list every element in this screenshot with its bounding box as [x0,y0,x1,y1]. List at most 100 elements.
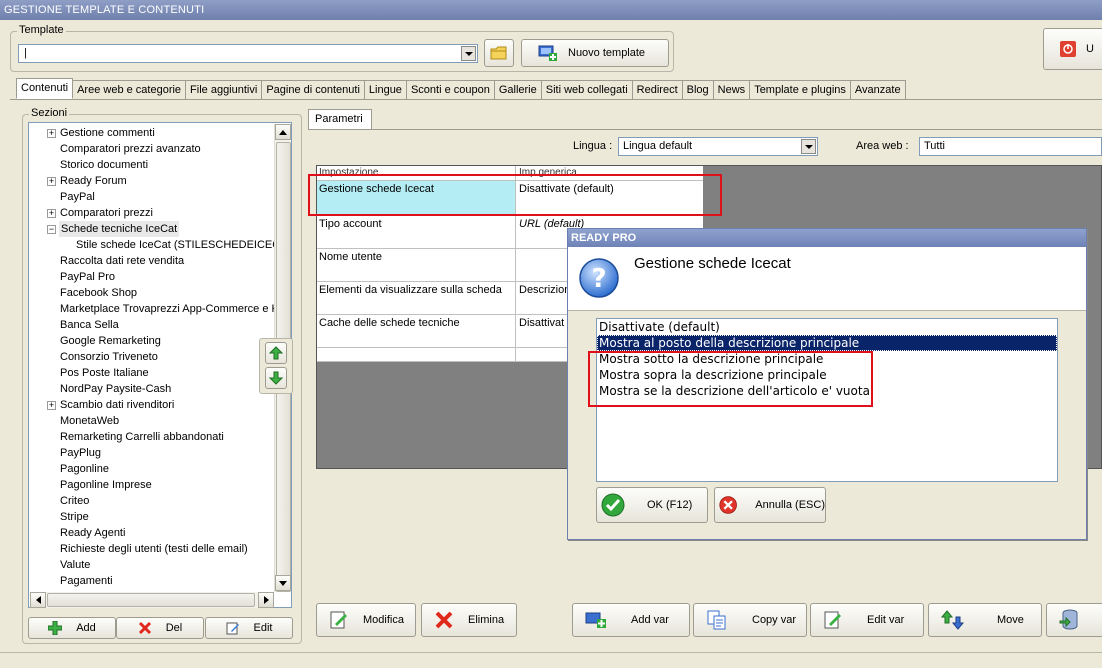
expand-icon[interactable]: + [47,209,56,218]
tree-horizontal-scrollbar[interactable] [30,592,274,608]
new-template-icon [538,45,557,61]
list-item-selected[interactable]: Mostra al posto della descrizione princi… [597,335,1057,351]
edit-var-button[interactable]: Edit var [810,603,924,637]
scroll-up-button[interactable] [275,124,291,140]
new-template-button[interactable]: Nuovo template [521,39,669,67]
scroll-left-button[interactable] [30,592,46,608]
tree-item[interactable]: Consorzio Triveneto [60,349,158,365]
tree-item[interactable]: Google Remarketing [60,333,161,349]
list-item[interactable]: Mostra se la descrizione dell'articolo e… [597,383,1057,399]
list-item[interactable]: Mostra sotto la descrizione principale [597,351,1057,367]
scroll-down-button[interactable] [275,575,291,591]
tab-sconti-coupon[interactable]: Sconti e coupon [405,80,495,99]
tree-item[interactable]: Pagonline [60,461,109,477]
tree-item[interactable]: Marketplace Trovaprezzi App-Commerce e K… [60,301,281,317]
template-select[interactable]: | [18,44,478,63]
ok-button[interactable]: OK (F12) [596,487,708,523]
tab-lingue[interactable]: Lingue [363,80,407,99]
open-folder-button[interactable] [484,39,514,67]
edit-section-button[interactable]: Edit [205,617,293,639]
window-title: GESTIONE TEMPLATE E CONTENUTI [0,0,1102,20]
tree-item[interactable]: PayPal [60,189,95,205]
status-bar [0,652,1102,668]
list-item[interactable]: Mostra sopra la descrizione principale [597,367,1057,383]
tab-file-aggiuntivi[interactable]: File aggiuntivi [185,80,263,99]
tab-blog[interactable]: Blog [681,80,714,99]
tab-avanzate[interactable]: Avanzate [849,80,906,99]
tree-item[interactable]: Pagonline Imprese [60,477,152,493]
list-item[interactable]: Disattivate (default) [597,319,1057,335]
edit-icon [226,622,239,635]
tree-item[interactable]: Storico documenti [60,157,148,173]
cancel-icon [719,496,737,514]
move-up-button[interactable] [265,342,287,364]
add-section-button[interactable]: Add [28,617,116,639]
tree-item[interactable]: MonetaWeb [60,413,119,429]
tree-item-selected[interactable]: − Schede tecniche IceCat [29,221,274,237]
modifica-button[interactable]: Modifica [316,603,416,637]
tab-pagine-contenuti[interactable]: Pagine di contenuti [261,80,365,99]
move-icon [941,610,965,630]
tree-item[interactable]: Banca Sella [60,317,119,333]
tree-item[interactable]: + Ready Forum [29,173,274,189]
tree-item[interactable]: Ready Agenti [60,525,125,541]
tab-redirect[interactable]: Redirect [631,80,683,99]
grid-row[interactable]: Gestione schede Icecat Disattivate (defa… [317,181,703,216]
scroll-right-button[interactable] [258,592,274,608]
delete-section-button[interactable]: Del [116,617,204,639]
selection-dialog: READY PRO ? Gestione schede Icecat Disat… [567,228,1087,540]
tree-item[interactable]: + Scambio dati rivenditori [29,397,274,413]
lingua-select[interactable]: Lingua default [618,137,818,156]
cancel-button[interactable]: Annulla (ESC) [714,487,826,523]
sections-tree[interactable]: + Gestione commenti Comparatori prezzi a… [28,122,292,608]
tree-item[interactable]: Criteo [60,493,89,509]
chevron-down-icon[interactable] [801,139,816,154]
copy-var-button[interactable]: Copy var [693,603,807,637]
tree-item[interactable]: Facebook Shop [60,285,137,301]
tree-item[interactable]: NordPay Paysite-Cash [60,381,171,397]
tree-item[interactable]: Raccolta dati rete vendita [60,253,184,269]
lingua-label: Lingua : [573,140,613,152]
expand-icon[interactable]: + [47,401,56,410]
elimina-button[interactable]: Elimina [421,603,517,637]
tree-item[interactable]: Comparatori prezzi avanzato [60,141,201,157]
dialog-header: ? Gestione schede Icecat [568,247,1086,311]
expand-icon[interactable]: + [47,129,56,138]
tab-template-plugins[interactable]: Template e plugins [749,80,851,99]
add-var-button[interactable]: Add var [572,603,690,637]
tree-item[interactable]: Pagamenti [60,573,113,589]
options-list[interactable]: Disattivate (default) Mostra al posto de… [596,318,1058,482]
tree-item[interactable]: Pos Poste Italiane [60,365,149,381]
tab-aree-web[interactable]: Aree web e categorie [72,80,187,99]
tree-item[interactable]: PayPlug [60,445,101,461]
tab-siti-collegati[interactable]: Siti web collegati [540,80,633,99]
chevron-down-icon[interactable] [461,46,476,61]
move-down-button[interactable] [265,367,287,389]
expand-icon[interactable]: + [47,177,56,186]
sezioni-label: Sezioni [29,107,70,119]
database-icon [1059,609,1078,630]
tree-item[interactable]: PayPal Pro [60,269,115,285]
power-icon [1060,41,1076,57]
scroll-thumb[interactable] [47,593,255,607]
arrow-up-icon [269,346,283,360]
tab-parametri[interactable]: Parametri [308,109,372,129]
tree-item[interactable]: Richieste degli utenti (testi delle emai… [60,541,248,557]
tab-gallerie[interactable]: Gallerie [493,80,542,99]
area-web-select[interactable]: Tutti [919,137,1102,156]
tree-item[interactable]: + Comparatori prezzi [29,205,274,221]
new-template-label: Nuovo template [568,47,646,59]
collapse-icon[interactable]: − [47,225,56,234]
tab-news[interactable]: News [712,80,751,99]
tree-item[interactable]: Stile schede IceCat (STILESCHEDEICECAT [76,237,291,253]
tree-item[interactable]: Remarketing Carrelli abbandonati [60,429,224,445]
database-button[interactable] [1046,603,1102,637]
tab-contenuti[interactable]: Contenuti [16,78,74,99]
tree-item[interactable]: Stripe [60,509,89,525]
tree-item[interactable]: Valute [60,557,90,573]
tree-item[interactable]: + Gestione commenti [29,125,274,141]
move-button[interactable]: Move [928,603,1042,637]
exit-button[interactable]: U [1043,28,1102,70]
template-select-value: | [24,47,27,59]
edit-icon [330,611,347,629]
